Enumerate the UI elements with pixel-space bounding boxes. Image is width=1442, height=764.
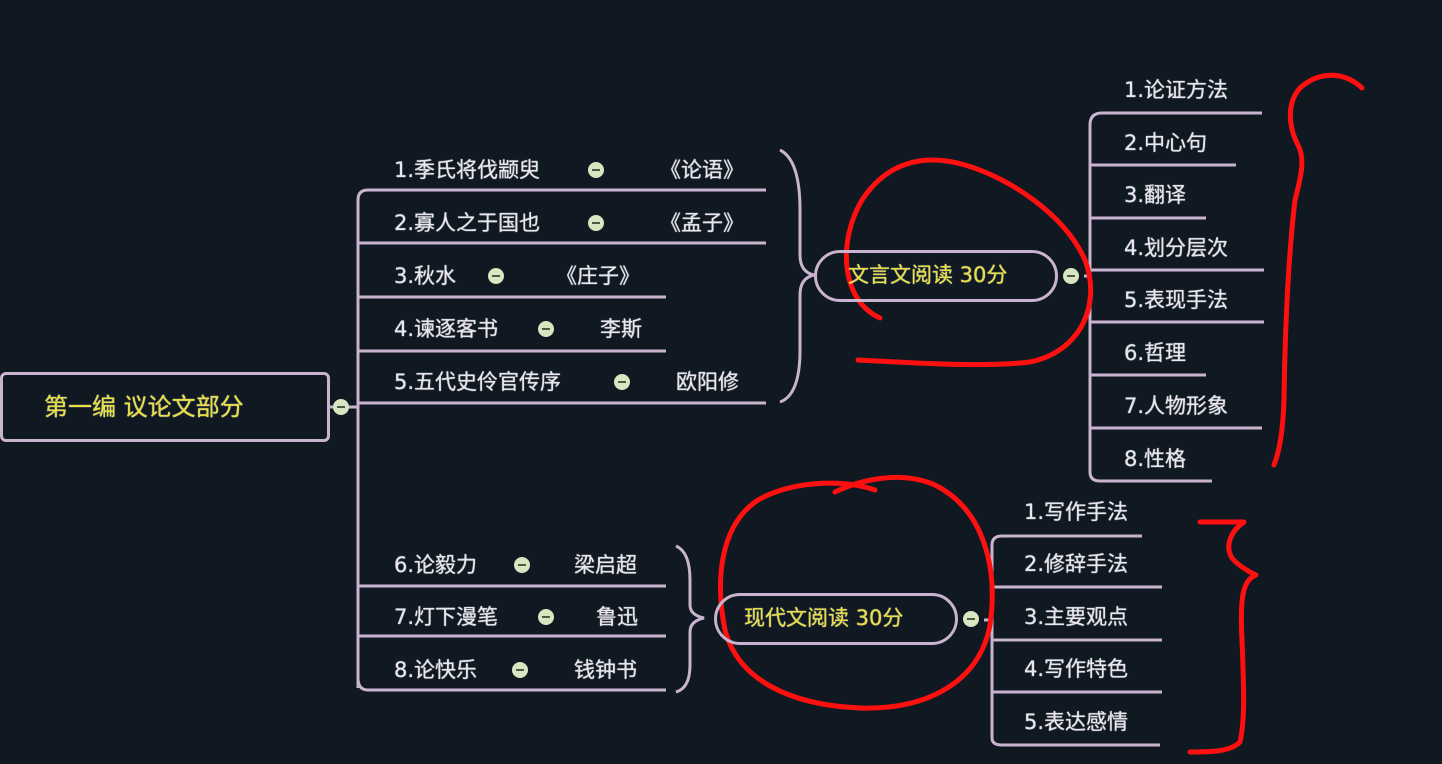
collapse-icon[interactable] — [1063, 268, 1079, 284]
text-source-7: 鲁迅 — [596, 605, 638, 629]
collapse-icon[interactable] — [588, 215, 604, 231]
text-title-5[interactable]: 5.五代史伶官传序 — [394, 372, 561, 393]
point-item[interactable]: 6.哲理 — [1124, 343, 1186, 364]
collapse-icon[interactable] — [512, 662, 528, 678]
point-item[interactable]: 5.表现手法 — [1124, 290, 1228, 311]
text-title-6[interactable]: 6.论毅力 — [394, 555, 477, 576]
collapse-icon[interactable] — [538, 321, 554, 337]
collapse-icon[interactable] — [614, 374, 630, 390]
annotation-strokes — [718, 72, 1365, 755]
text-title-1[interactable]: 1.季氏将伐颛臾 — [394, 160, 540, 181]
point-item[interactable]: 4.划分层次 — [1124, 238, 1228, 259]
text-title-3[interactable]: 3.秋水 — [394, 266, 456, 287]
point-item[interactable]: 7.人物形象 — [1124, 396, 1228, 417]
collapse-icon[interactable] — [333, 399, 349, 415]
category-label-classical: 文言文阅读 30分 — [848, 263, 1008, 287]
collapse-icon[interactable] — [538, 609, 554, 625]
point-item[interactable]: 8.性格 — [1124, 449, 1186, 470]
point-item[interactable]: 4.写作特色 — [1024, 659, 1128, 680]
text-source-5: 欧阳修 — [676, 370, 739, 394]
collapse-icon[interactable] — [588, 162, 604, 178]
point-item[interactable]: 2.中心句 — [1124, 133, 1207, 154]
text-source-3: 《庄子》 — [556, 264, 640, 288]
text-title-8[interactable]: 8.论快乐 — [394, 660, 477, 681]
root-label: 第一编 议论文部分 — [44, 393, 244, 421]
point-item[interactable]: 1.写作手法 — [1024, 502, 1128, 523]
text-source-6: 梁启超 — [574, 553, 637, 577]
collapse-icon[interactable] — [963, 611, 979, 627]
category-label-modern: 现代文阅读 30分 — [744, 606, 904, 630]
point-item[interactable]: 1.论证方法 — [1124, 80, 1228, 101]
mind-map-canvas: 第一编 议论文部分 1.季氏将伐颛臾 《论语》 2.寡人之于国也 《孟子》 3.… — [0, 0, 1442, 764]
text-title-2[interactable]: 2.寡人之于国也 — [394, 213, 540, 234]
text-source-4: 李斯 — [600, 317, 642, 341]
point-item[interactable]: 3.主要观点 — [1024, 607, 1128, 628]
point-item[interactable]: 2.修辞手法 — [1024, 554, 1128, 575]
text-title-7[interactable]: 7.灯下漫笔 — [394, 607, 498, 628]
point-item[interactable]: 3.翻译 — [1124, 185, 1186, 206]
collapse-icon[interactable] — [488, 268, 504, 284]
text-source-2: 《孟子》 — [660, 211, 744, 235]
text-source-8: 钱钟书 — [574, 658, 637, 682]
text-title-4[interactable]: 4.谏逐客书 — [394, 319, 498, 340]
point-item[interactable]: 5.表达感情 — [1024, 712, 1128, 733]
collapse-icon[interactable] — [514, 557, 530, 573]
text-source-1: 《论语》 — [660, 158, 744, 182]
